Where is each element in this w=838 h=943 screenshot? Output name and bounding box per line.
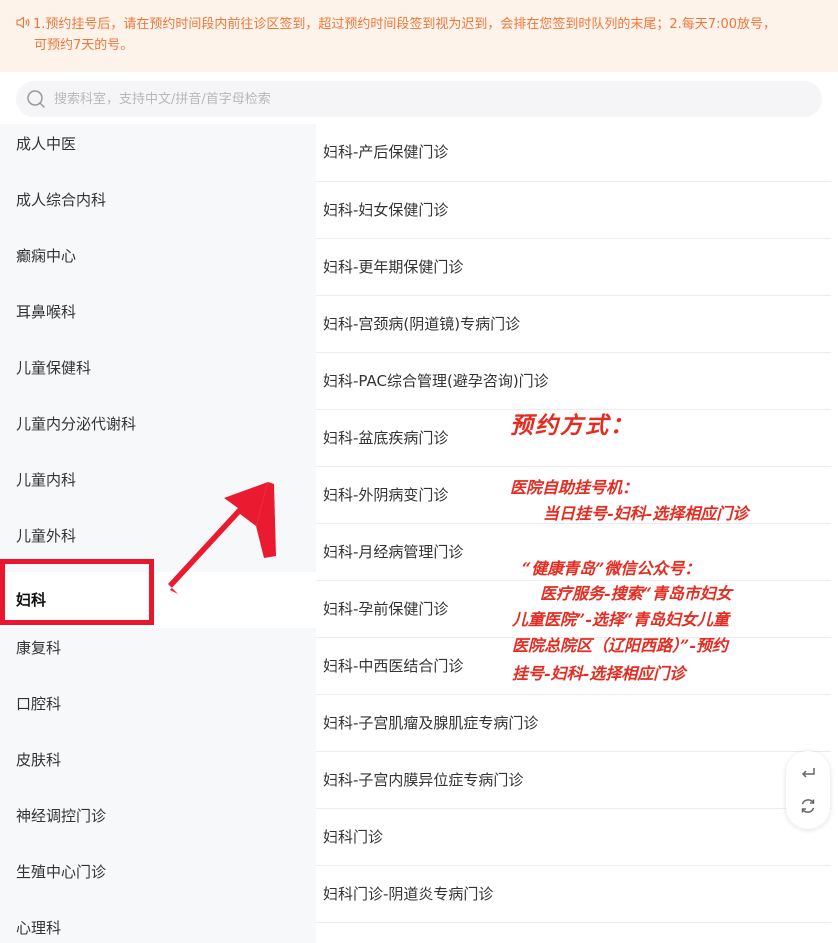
refresh-icon[interactable] — [799, 797, 817, 815]
search-bar[interactable] — [16, 81, 822, 117]
list-item[interactable]: 妇科-妇女保健门诊 — [316, 182, 831, 239]
list-item[interactable]: 妇科-更年期保健门诊 — [316, 239, 831, 296]
highlight-box — [0, 559, 154, 625]
annotation-line: 当日挂号-妇科-选择相应门诊 — [543, 504, 749, 523]
sidebar-item[interactable]: 心理科 — [0, 908, 316, 943]
annotation-line: 医院自助挂号机： — [510, 478, 639, 497]
floating-toolbar — [786, 751, 830, 829]
list-item[interactable]: 妇科门诊 — [316, 809, 831, 866]
sidebar-item[interactable]: 成人综合内科 — [0, 180, 316, 236]
notice-text-line1: 1.预约挂号后，请在预约时间段内前往诊区签到，超过预约时间段签到视为迟到，会排在… — [33, 17, 777, 32]
annotation-line: 医院总院区（辽阳西路）”-预约 — [512, 636, 728, 655]
annotation-line: 医疗服务-搜索“青岛市妇女 — [540, 584, 732, 603]
list-item[interactable]: 妇科-子宫内膜异位症专病门诊 — [316, 752, 831, 809]
sidebar-item[interactable]: 癫痫中心 — [0, 236, 316, 292]
sidebar-item[interactable]: 生殖中心门诊 — [0, 852, 316, 908]
search-input[interactable] — [52, 90, 822, 108]
sidebar-item[interactable]: 口腔科 — [0, 684, 316, 740]
notice-text-line2: 可预约7天的号。 — [34, 38, 134, 53]
annotation-line: “健康青岛”微信公众号： — [522, 559, 701, 578]
sidebar-item[interactable]: 儿童保健科 — [0, 348, 316, 404]
sidebar-item[interactable]: 皮肤科 — [0, 740, 316, 796]
sidebar-item[interactable]: 康复科 — [0, 628, 316, 684]
list-item[interactable]: 妇科-宫颈病(阴道镜)专病门诊 — [316, 296, 831, 353]
return-icon[interactable] — [799, 765, 817, 783]
sidebar-item[interactable]: 儿童内分泌代谢科 — [0, 404, 316, 460]
sidebar-item[interactable]: 神经调控门诊 — [0, 796, 316, 852]
annotation-title: 预约方式： — [510, 412, 635, 439]
speaker-icon — [16, 16, 30, 29]
sidebar-item[interactable]: 耳鼻喉科 — [0, 292, 316, 348]
list-item[interactable]: 妇科门诊-阴道炎专病门诊 — [316, 866, 831, 923]
annotation-line: 挂号-妇科-选择相应门诊 — [512, 664, 686, 683]
list-item[interactable]: 妇科-产后保健门诊 — [316, 124, 831, 182]
arrow-icon — [168, 482, 276, 594]
search-icon — [27, 90, 45, 108]
sidebar-item[interactable]: 成人中医 — [0, 124, 316, 180]
list-item[interactable]: 妇科-PAC综合管理(避孕咨询)门诊 — [316, 353, 831, 410]
list-item[interactable]: 妇科-子宫肌瘤及腺肌症专病门诊 — [316, 695, 831, 752]
annotation-line: 儿童医院”-选择“青岛妇女儿童 — [512, 610, 730, 629]
notice-banner: 1.预约挂号后，请在预约时间段内前往诊区签到，超过预约时间段签到视为迟到，会排在… — [0, 0, 838, 72]
